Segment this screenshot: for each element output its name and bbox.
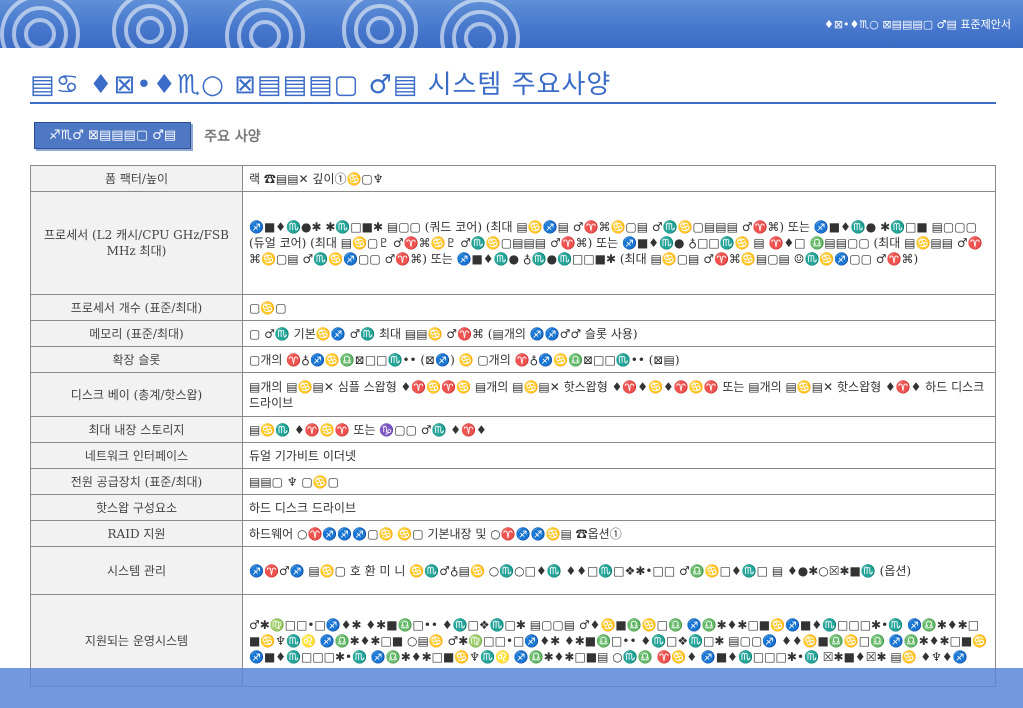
spec-key: 메모리 (표준/최대) (30, 320, 243, 347)
spec-key: 프로세서 개수 (표준/최대) (30, 294, 243, 321)
spec-value: ▢♋▢ (242, 294, 996, 321)
table-row: 메모리 (표준/최대) ▢ ♂♏ 기본♋♐ ♂♏ 최대 ▤▤♋ ♂♈⌘ (▤개의… (30, 320, 996, 347)
table-row: 시스템 관리 ♐♈♂♐ ▤♋▢ 호 환 미 니 ♋♏♂♁▤♋ ○♏○□♦♏ ♦♦… (30, 546, 996, 595)
table-row: 확장 슬롯 ▢개의 ♈♁♐♋♎⊠□□♏•• (⊠♐) ♋ ▢개의 ♈♁♐♋♎⊠□… (30, 346, 996, 373)
spec-value: ▤♋♏ ♦♈♋♈ 또는 ♑▢▢ ♂♏ ♦♈♦ (242, 416, 996, 443)
spec-value: ▢개의 ♈♁♐♋♎⊠□□♏•• (⊠♐) ♋ ▢개의 ♈♁♐♋♎⊠□□♏•• (… (242, 346, 996, 373)
spec-key: 디스크 베이 (총계/핫스왑) (30, 372, 243, 417)
table-row: 프로세서 (L2 캐시/CPU GHz/FSB MHz 최대) ♐■♦♏●✱ ✱… (30, 191, 996, 295)
section-label: 주요 사양 (204, 128, 261, 145)
table-row: 핫스왑 구성요소 하드 디스크 드라이브 (30, 494, 996, 521)
table-row: 네트워크 인터페이스 듀얼 기가비트 이더넷 (30, 442, 996, 469)
table-row: 전원 공급장치 (표준/최대) ▤▤▢ ♆ ▢♋▢ (30, 468, 996, 495)
spec-key: 확장 슬롯 (30, 346, 243, 373)
spec-table: 폼 팩터/높이 랙 ☎▤▤✕ 깊이①♋▢♆ 프로세서 (L2 캐시/CPU GH… (30, 165, 996, 687)
section-tab: ♐♏♂ ⊠▤▤▤▢ ♂▤ (34, 122, 192, 149)
wave-pattern-icon (0, 0, 520, 48)
spec-key: 시스템 관리 (30, 546, 243, 595)
title-divider (30, 102, 996, 104)
spec-key: 네트워크 인터페이스 (30, 442, 243, 469)
table-row: 폼 팩터/높이 랙 ☎▤▤✕ 깊이①♋▢♆ (30, 165, 996, 192)
table-row: 프로세서 개수 (표준/최대) ▢♋▢ (30, 294, 996, 321)
table-row: 디스크 베이 (총계/핫스왑) ▤개의 ▤♋▤✕ 심플 스왑형 ♦♈♋♈♋ ▤개… (30, 372, 996, 417)
spec-value: 듀얼 기가비트 이더넷 (242, 442, 996, 469)
spec-key: 폼 팩터/높이 (30, 165, 243, 192)
table-row: RAID 지원 하드웨어 ○♈♐♐♐▢♋ ♋▢ 기본내장 및 ○♈♐♐♋▤ ☎옵… (30, 520, 996, 547)
spec-key: 최대 내장 스토리지 (30, 416, 243, 443)
header-banner: ♦⊠•♦♏○ ⊠▤▤▤▢ ♂▤ 표준제안서 (0, 0, 1023, 48)
spec-value: ▤▤▢ ♆ ▢♋▢ (242, 468, 996, 495)
spec-value: ♐♈♂♐ ▤♋▢ 호 환 미 니 ♋♏♂♁▤♋ ○♏○□♦♏ ♦♦□♏□❖✱•□… (242, 546, 996, 595)
spec-key: RAID 지원 (30, 520, 243, 547)
spec-key: 핫스왑 구성요소 (30, 494, 243, 521)
header-right-text: ♦⊠•♦♏○ ⊠▤▤▤▢ ♂▤ 표준제안서 (823, 18, 1011, 31)
page-title: ▤♋ ♦⊠•♦♏○ ⊠▤▤▤▢ ♂▤ 시스템 주요사양 (30, 70, 612, 100)
spec-key: 프로세서 (L2 캐시/CPU GHz/FSB MHz 최대) (30, 191, 243, 295)
spec-value: ▢ ♂♏ 기본♋♐ ♂♏ 최대 ▤▤♋ ♂♈⌘ (▤개의 ♐♐♂♂ 슬롯 사용) (242, 320, 996, 347)
spec-value: ▤개의 ▤♋▤✕ 심플 스왑형 ♦♈♋♈♋ ▤개의 ▤♋▤✕ 핫스왑형 ♦♈♦♋… (242, 372, 996, 417)
spec-value: 하드 디스크 드라이브 (242, 494, 996, 521)
spec-value: 랙 ☎▤▤✕ 깊이①♋▢♆ (242, 165, 996, 192)
footer-bar (0, 668, 1023, 708)
section-header: ♐♏♂ ⊠▤▤▤▢ ♂▤ 주요 사양 (34, 122, 261, 152)
spec-value: ♐■♦♏●✱ ✱♏□■✱ ▤▢▢ (쿼드 코어) (최대 ▤♋♐▤ ♂♈⌘♋▢▤… (242, 191, 996, 295)
spec-key: 전원 공급장치 (표준/최대) (30, 468, 243, 495)
spec-value: 하드웨어 ○♈♐♐♐▢♋ ♋▢ 기본내장 및 ○♈♐♐♋▤ ☎옵션① (242, 520, 996, 547)
table-row: 최대 내장 스토리지 ▤♋♏ ♦♈♋♈ 또는 ♑▢▢ ♂♏ ♦♈♦ (30, 416, 996, 443)
